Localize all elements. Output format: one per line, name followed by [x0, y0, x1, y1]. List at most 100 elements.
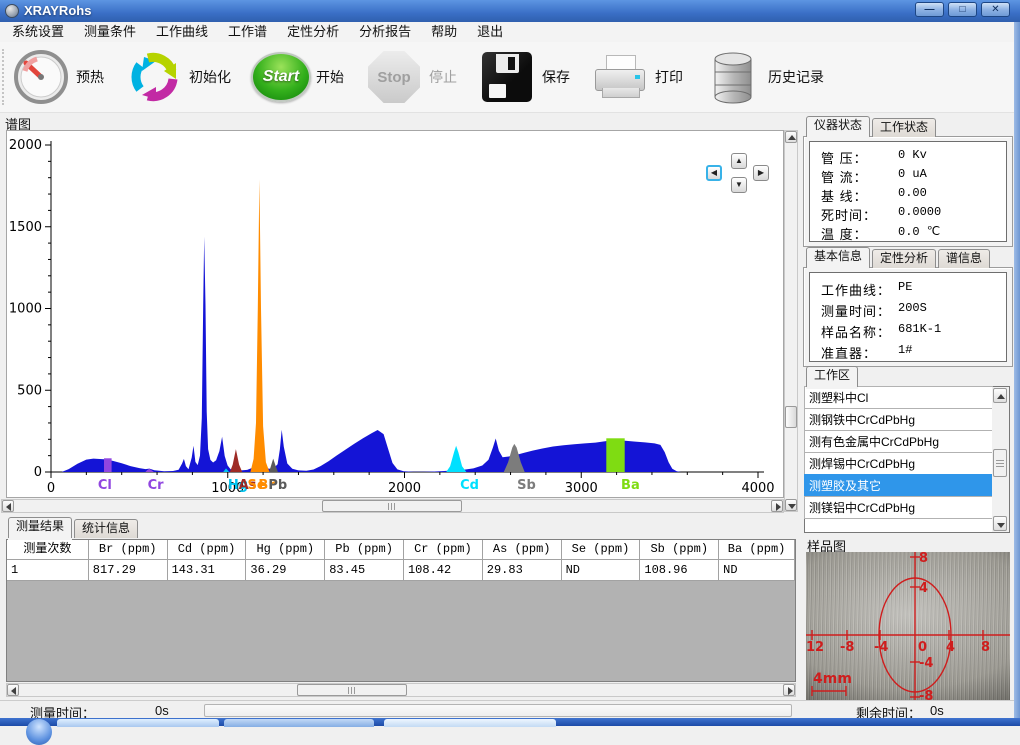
field-value: 0.00 — [898, 186, 927, 200]
instrument-status-box: 管 压：0 Kv管 流：0 uA基 线：0.00死时间：0.0000温 度：0.… — [809, 141, 1007, 242]
status-field: 样品名称：681K-1 — [810, 322, 1006, 343]
svg-text:500: 500 — [17, 383, 42, 398]
basic-info-tab[interactable]: 基本信息 — [806, 247, 870, 268]
field-label: 管 流： — [821, 167, 868, 186]
field-value: 0 uA — [898, 167, 927, 181]
basic-info-tab[interactable]: 定性分析 — [872, 249, 936, 268]
workspace-list-item[interactable]: 测镁铝中CrCdPbHg — [804, 496, 993, 519]
print-button[interactable]: 打印 — [590, 47, 689, 107]
scroll-right-button[interactable] — [771, 500, 783, 512]
title-bar: XRAYRohs — □ ✕ — [0, 0, 1020, 22]
chart-pan-up-button[interactable]: ▲ — [731, 153, 747, 169]
results-table-header-cell: Cd (ppm) — [168, 540, 247, 560]
menu-item[interactable]: 系统设置 — [2, 22, 74, 42]
workspace-list-item[interactable]: 测焊锡中CrCdPbHg — [804, 452, 993, 475]
start-orb-icon[interactable] — [26, 719, 52, 745]
instrument-status-group: 管 压：0 Kv管 流：0 uA基 线：0.00死时间：0.0000温 度：0.… — [803, 136, 1013, 247]
workspace-list-item[interactable]: 测钢铁中CrCdPbHg — [804, 408, 993, 431]
results-table-row: 1817.29143.3136.2983.45108.4229.83ND108.… — [7, 560, 795, 581]
basic-info-tab[interactable]: 谱信息 — [938, 249, 990, 268]
instrument-status-tab[interactable]: 工作状态 — [872, 118, 936, 137]
menu-item[interactable]: 测量条件 — [74, 22, 146, 42]
scroll-left-button[interactable] — [2, 500, 14, 512]
scroll-left-button[interactable] — [7, 684, 19, 696]
basic-info-box: 工作曲线： PE 测量时间： 200S 样品名称：681K-1准直器：1# — [809, 272, 1007, 362]
chart-pan-right-button[interactable]: ▶ — [753, 165, 769, 181]
results-table-cell: 29.83 — [483, 560, 562, 581]
svg-text:Pb: Pb — [268, 478, 287, 493]
scroll-up-button[interactable] — [785, 131, 797, 143]
spectrum-plot[interactable]: 010002000300040000500100015002000ClCrHgA… — [6, 130, 784, 498]
results-tab[interactable]: 统计信息 — [74, 519, 138, 538]
workspace-scrollbar[interactable] — [992, 387, 1009, 532]
results-table-header-cell: Sb (ppm) — [640, 540, 719, 560]
svg-text:Cd: Cd — [460, 478, 479, 493]
print-label: 打印 — [655, 67, 683, 87]
scroll-up-button[interactable] — [993, 388, 1007, 403]
field-label: 测量时间： — [821, 301, 891, 320]
scroll-down-button[interactable] — [993, 516, 1007, 531]
initialize-button[interactable]: 初始化 — [124, 47, 237, 107]
minimize-button[interactable]: — — [915, 2, 944, 17]
menu-item[interactable]: 退出 — [467, 22, 513, 42]
chart-pan-down-button[interactable]: ▼ — [731, 177, 747, 193]
results-tab[interactable]: 测量结果 — [8, 517, 72, 538]
results-table-cell: ND — [562, 560, 641, 581]
results-table-header-cell: 测量次数 — [7, 540, 89, 560]
save-button[interactable]: 保存 — [477, 47, 576, 107]
field-label: 死时间： — [821, 205, 877, 224]
scroll-down-button[interactable] — [785, 499, 797, 511]
results-table-header-cell: Cr (ppm) — [404, 540, 483, 560]
close-button[interactable]: ✕ — [981, 2, 1010, 17]
status-field: 死时间： 0.0000 — [810, 205, 1006, 224]
workspace-list-item[interactable]: 测有色金属中CrCdPbHg — [804, 430, 993, 453]
database-icon — [703, 47, 763, 107]
start-button[interactable]: Start 开始 — [251, 47, 350, 107]
history-button[interactable]: 历史记录 — [703, 47, 830, 107]
field-value: 0.0000 — [898, 205, 941, 219]
results-h-scroll-thumb[interactable] — [297, 684, 407, 696]
instrument-status-tab[interactable]: 仪器状态 — [806, 116, 870, 137]
results-table-header-cell: Br (ppm) — [89, 540, 168, 560]
stop-icon: Stop — [364, 47, 424, 107]
field-label: 工作曲线： — [821, 280, 891, 299]
svg-text:-4: -4 — [919, 656, 933, 671]
chart-h-scrollbar[interactable] — [1, 499, 784, 513]
progress-bar — [204, 704, 792, 717]
chart-pan-left-button[interactable]: ◀ — [706, 165, 722, 181]
menu-item[interactable]: 帮助 — [421, 22, 467, 42]
os-taskbar[interactable] — [0, 718, 1020, 726]
menu-item[interactable]: 定性分析 — [277, 22, 349, 42]
chart-h-scroll-thumb[interactable] — [322, 500, 462, 512]
status-field: 管 流： 0 uA — [810, 167, 1006, 186]
field-value: 681K-1 — [898, 322, 941, 336]
results-table-header-cell: Ba (ppm) — [719, 540, 795, 560]
menu-item[interactable]: 工作谱 — [218, 22, 277, 42]
workspace-list-item[interactable]: 测塑料中Cl — [804, 386, 993, 409]
menu-item[interactable]: 工作曲线 — [146, 22, 218, 42]
results-h-scrollbar[interactable] — [6, 683, 796, 697]
menu-item[interactable]: 分析报告 — [349, 22, 421, 42]
results-table-header-cell: Se (ppm) — [562, 540, 641, 560]
start-icon: Start — [251, 47, 311, 107]
workspace-tab[interactable]: 工作区 — [806, 366, 858, 387]
menu-bar: 系统设置测量条件工作曲线工作谱定性分析分析报告帮助退出 — [0, 22, 1020, 43]
chart-v-scrollbar[interactable] — [784, 130, 798, 512]
field-value: 200S — [898, 301, 927, 315]
maximize-button[interactable]: □ — [948, 2, 977, 17]
svg-text:Sb: Sb — [517, 478, 536, 493]
field-value: PE — [898, 280, 912, 294]
scroll-right-button[interactable] — [783, 684, 795, 696]
workspace-scroll-thumb[interactable] — [993, 449, 1007, 477]
results-table-cell: ND — [719, 560, 795, 581]
workspace-list-item[interactable]: 测塑胶及其它 — [804, 474, 993, 497]
chart-v-scroll-thumb[interactable] — [785, 406, 797, 428]
printer-icon — [590, 47, 650, 107]
stop-button[interactable]: Stop 停止 — [364, 47, 463, 107]
preheat-button[interactable]: 预热 — [11, 47, 110, 107]
spectrum-panel: 谱图 010002000300040000500100015002000ClCr… — [0, 114, 800, 516]
window-title: XRAYRohs — [24, 3, 91, 18]
status-field: 准直器：1# — [810, 343, 1006, 364]
sample-camera-image: 12-8-404884-4-84mm — [806, 552, 1010, 700]
svg-text:Cl: Cl — [98, 478, 112, 493]
